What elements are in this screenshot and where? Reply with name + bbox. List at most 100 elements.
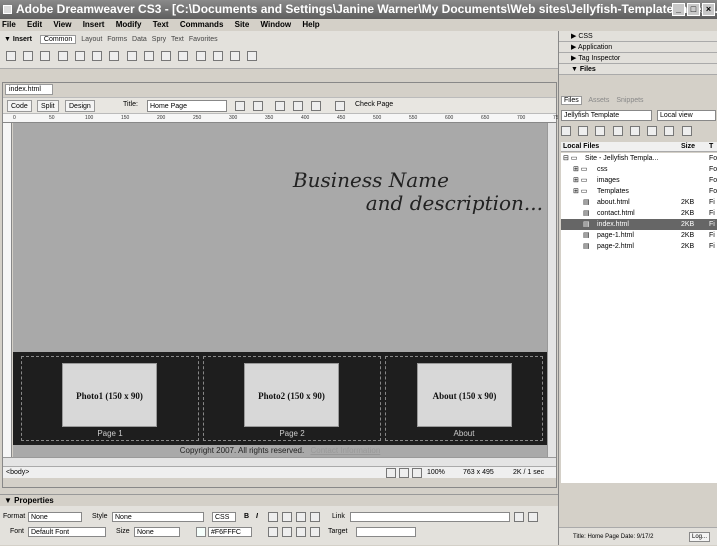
business-description[interactable]: and description... bbox=[366, 191, 543, 215]
tab-layout[interactable]: Layout bbox=[81, 36, 102, 43]
menu-help[interactable]: Help bbox=[302, 20, 319, 29]
div-icon[interactable] bbox=[74, 51, 85, 61]
zoom-level[interactable]: 100% bbox=[427, 467, 445, 478]
window-size[interactable]: 763 x 495 bbox=[463, 467, 494, 478]
nav-link-about[interactable]: About bbox=[386, 429, 542, 438]
date-icon[interactable] bbox=[143, 51, 154, 61]
select-tool-icon[interactable] bbox=[386, 468, 396, 478]
tab-favorites[interactable]: Favorites bbox=[189, 36, 218, 43]
server-side-include-icon[interactable] bbox=[161, 51, 172, 61]
menu-insert[interactable]: Insert bbox=[83, 20, 105, 29]
hyperlink-icon[interactable] bbox=[6, 51, 16, 61]
visual-aids-icon[interactable] bbox=[311, 101, 321, 111]
font-select[interactable]: Default Font bbox=[28, 527, 106, 537]
view-options-icon[interactable] bbox=[293, 101, 303, 111]
site-select[interactable]: Jellyfish Template bbox=[561, 110, 652, 121]
size-select[interactable]: None bbox=[134, 527, 180, 537]
tab-forms[interactable]: Forms bbox=[107, 36, 127, 43]
refresh-icon[interactable] bbox=[275, 101, 285, 111]
tag-chooser-icon[interactable] bbox=[247, 51, 258, 61]
nav-cell-page1[interactable]: Photo1 (150 x 90) Page 1 bbox=[21, 356, 199, 441]
nav-link-page1[interactable]: Page 1 bbox=[22, 429, 198, 438]
script-icon[interactable] bbox=[212, 51, 223, 61]
align-center-icon[interactable] bbox=[282, 512, 292, 522]
layer-icon[interactable] bbox=[92, 51, 103, 61]
tab-data[interactable]: Data bbox=[132, 36, 147, 43]
nav-cell-page2[interactable]: Photo2 (150 x 90) Page 2 bbox=[203, 356, 381, 441]
italic-icon[interactable]: I bbox=[256, 511, 258, 523]
tag-selector[interactable]: <body> bbox=[6, 467, 29, 478]
document-tab[interactable]: index.html bbox=[5, 84, 53, 95]
view-select[interactable]: Local view bbox=[657, 110, 716, 121]
text-color-swatch[interactable] bbox=[196, 527, 206, 537]
css-panel-header[interactable]: ▶ CSS bbox=[559, 31, 717, 42]
menu-modify[interactable]: Modify bbox=[116, 20, 142, 29]
preview-browser-icon[interactable] bbox=[253, 101, 263, 111]
expand-icon[interactable] bbox=[681, 126, 692, 136]
tab-assets[interactable]: Assets bbox=[588, 97, 609, 104]
outdent-icon[interactable] bbox=[296, 527, 306, 537]
title-input[interactable]: Home Page bbox=[147, 100, 227, 112]
horizontal-scrollbar[interactable] bbox=[3, 457, 556, 466]
named-anchor-icon[interactable] bbox=[40, 51, 51, 61]
align-right-icon[interactable] bbox=[296, 512, 306, 522]
about-placeholder[interactable]: About (150 x 90) bbox=[417, 363, 512, 427]
put-files-icon[interactable] bbox=[612, 126, 623, 136]
connect-icon[interactable] bbox=[561, 126, 571, 136]
zoom-tool-icon[interactable] bbox=[412, 468, 422, 478]
check-in-icon[interactable] bbox=[647, 126, 658, 136]
menu-commands[interactable]: Commands bbox=[180, 20, 224, 29]
style-select[interactable]: None bbox=[112, 512, 204, 522]
file-row[interactable]: ▤ page-2.html 2KB Fi bbox=[561, 241, 717, 252]
tab-files[interactable]: Files bbox=[561, 96, 582, 105]
tab-snippets[interactable]: Snippets bbox=[616, 97, 643, 104]
point-to-file-icon[interactable] bbox=[514, 512, 524, 522]
browse-folder-icon[interactable] bbox=[528, 512, 538, 522]
file-row[interactable]: ⊞ ▭ Templates Fo bbox=[561, 186, 717, 197]
media-icon[interactable] bbox=[126, 51, 137, 61]
get-files-icon[interactable] bbox=[595, 126, 606, 136]
tab-common[interactable]: Common bbox=[39, 35, 77, 44]
photo2-placeholder[interactable]: Photo2 (150 x 90) bbox=[244, 363, 339, 427]
format-select[interactable]: None bbox=[28, 512, 82, 522]
hand-tool-icon[interactable] bbox=[399, 468, 409, 478]
vertical-scrollbar[interactable] bbox=[547, 123, 556, 457]
menu-view[interactable]: View bbox=[53, 20, 71, 29]
file-row[interactable]: ▤ page-1.html 2KB Fi bbox=[561, 230, 717, 241]
templates-icon[interactable] bbox=[230, 51, 241, 61]
size-column[interactable]: Size bbox=[681, 142, 695, 152]
insert-label[interactable]: ▼ Insert bbox=[4, 36, 32, 43]
application-panel-header[interactable]: ▶ Application bbox=[559, 42, 717, 53]
sync-icon[interactable] bbox=[664, 126, 675, 136]
validate-markup-icon[interactable] bbox=[335, 101, 345, 111]
split-view-button[interactable]: Split bbox=[37, 100, 59, 112]
text-color-input[interactable]: #F6FFFC bbox=[208, 527, 252, 537]
design-view-button[interactable]: Design bbox=[65, 100, 95, 112]
file-row[interactable]: ⊟ ▭ Site - Jellyfish Templa... Fo bbox=[561, 153, 717, 164]
refresh-files-icon[interactable] bbox=[578, 126, 589, 136]
tab-spry[interactable]: Spry bbox=[152, 36, 166, 43]
local-files-column[interactable]: Local Files bbox=[563, 142, 599, 152]
link-input[interactable] bbox=[350, 512, 510, 522]
align-left-icon[interactable] bbox=[268, 512, 278, 522]
menu-text[interactable]: Text bbox=[153, 20, 169, 29]
design-canvas[interactable]: Business Name and description... Photo1 … bbox=[13, 123, 547, 457]
table-icon[interactable] bbox=[57, 51, 68, 61]
target-select[interactable] bbox=[356, 527, 416, 537]
close-button[interactable]: × bbox=[702, 3, 715, 16]
justify-icon[interactable] bbox=[310, 512, 320, 522]
file-row-selected[interactable]: ▤ index.html 2KB Fi bbox=[561, 219, 717, 230]
nav-cell-about[interactable]: About (150 x 90) About bbox=[385, 356, 543, 441]
check-page-button[interactable]: Check Page bbox=[355, 101, 393, 108]
head-icon[interactable] bbox=[195, 51, 206, 61]
type-column[interactable]: T bbox=[709, 142, 713, 152]
file-row[interactable]: ⊞ ▭ css Fo bbox=[561, 164, 717, 175]
file-management-icon[interactable] bbox=[235, 101, 245, 111]
file-row[interactable]: ⊞ ▭ images Fo bbox=[561, 175, 717, 186]
css-button[interactable]: CSS bbox=[212, 512, 236, 522]
files-panel-header[interactable]: ▼ Files bbox=[559, 64, 717, 75]
menu-edit[interactable]: Edit bbox=[27, 20, 42, 29]
menu-site[interactable]: Site bbox=[235, 20, 250, 29]
file-row[interactable]: ▤ contact.html 2KB Fi bbox=[561, 208, 717, 219]
file-row[interactable]: ▤ about.html 2KB Fi bbox=[561, 197, 717, 208]
